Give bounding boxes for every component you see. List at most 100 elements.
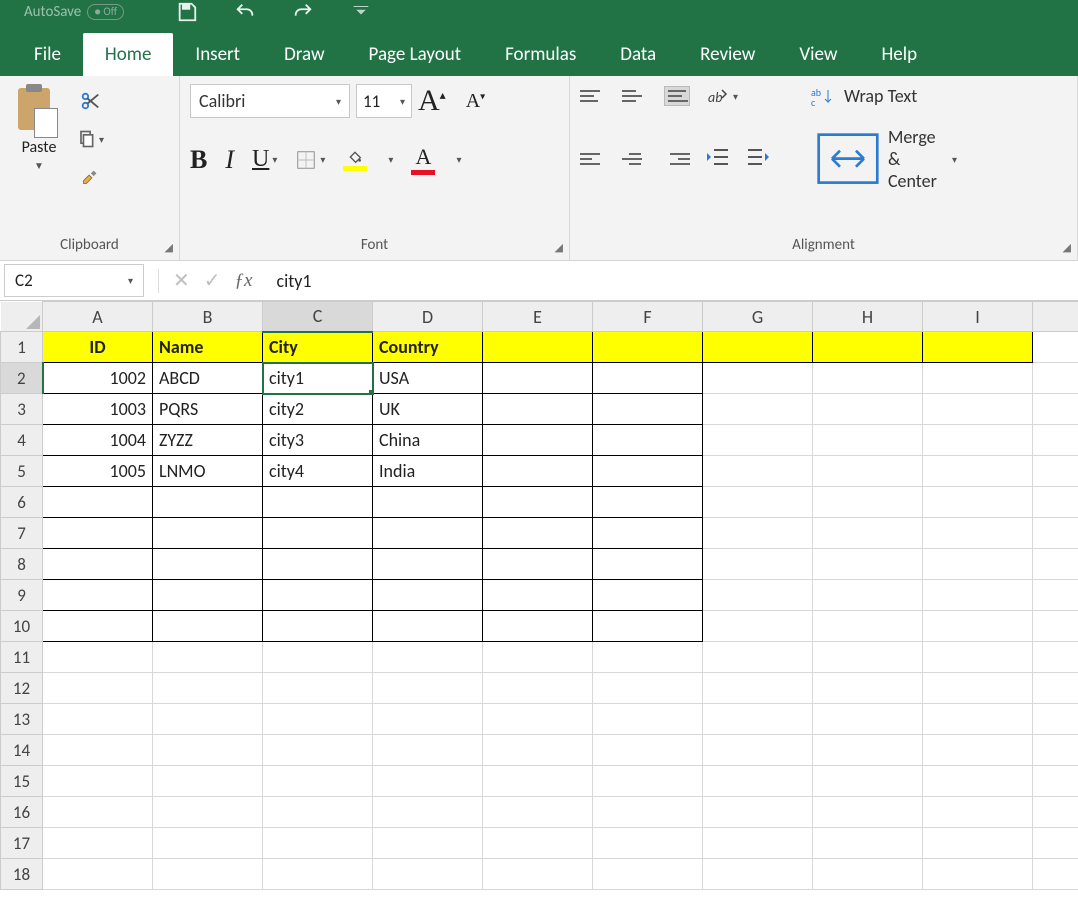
cell[interactable] — [263, 611, 373, 642]
cell[interactable] — [483, 580, 593, 611]
cell[interactable] — [263, 673, 373, 704]
cell[interactable] — [923, 425, 1033, 456]
row-header-5[interactable]: 5 — [1, 456, 43, 487]
cell[interactable] — [373, 580, 483, 611]
orientation-button[interactable]: ab▾ — [706, 84, 738, 108]
row-header-7[interactable]: 7 — [1, 518, 43, 549]
cell[interactable] — [923, 673, 1033, 704]
cell[interactable] — [593, 797, 703, 828]
cell[interactable] — [373, 518, 483, 549]
dialog-launcher-icon[interactable]: ◢ — [1063, 241, 1071, 254]
cell[interactable]: India — [373, 456, 483, 487]
cell[interactable] — [703, 394, 813, 425]
cell[interactable] — [923, 487, 1033, 518]
cell[interactable]: China — [373, 425, 483, 456]
cell[interactable] — [373, 487, 483, 518]
cell[interactable] — [483, 518, 593, 549]
row-header-4[interactable]: 4 — [1, 425, 43, 456]
cell[interactable] — [593, 332, 703, 363]
cell[interactable] — [373, 549, 483, 580]
row-header-1[interactable]: 1 — [1, 332, 43, 363]
cell[interactable] — [483, 394, 593, 425]
cell[interactable]: ZYZZ — [153, 425, 263, 456]
cell[interactable] — [43, 766, 153, 797]
column-header-C[interactable]: C — [263, 302, 373, 332]
cell[interactable] — [593, 828, 703, 859]
cell[interactable] — [43, 797, 153, 828]
cell[interactable] — [593, 549, 703, 580]
name-box[interactable]: C2 ▾ — [4, 264, 144, 297]
fill-color-button[interactable] — [343, 148, 367, 171]
row-header-18[interactable]: 18 — [1, 859, 43, 890]
column-header-G[interactable]: G — [703, 302, 813, 332]
cell[interactable] — [703, 332, 813, 363]
tab-help[interactable]: Help — [859, 33, 939, 76]
bold-button[interactable]: B — [190, 145, 207, 175]
cell[interactable] — [263, 859, 373, 890]
cell[interactable] — [483, 332, 593, 363]
cell[interactable]: 1002 — [43, 363, 153, 394]
copy-button[interactable]: ▾ — [76, 126, 104, 152]
merge-center-button[interactable]: Merge & Center ▾ — [816, 126, 957, 192]
cell[interactable] — [923, 735, 1033, 766]
cell[interactable] — [373, 797, 483, 828]
cell[interactable] — [483, 456, 593, 487]
decrease-font-size-button[interactable]: A▾ — [466, 90, 485, 113]
cell[interactable]: LNMO — [153, 456, 263, 487]
column-header-B[interactable]: B — [153, 302, 263, 332]
row-header-12[interactable]: 12 — [1, 673, 43, 704]
cell[interactable]: ID — [43, 332, 153, 363]
cell[interactable] — [153, 859, 263, 890]
cell[interactable] — [263, 704, 373, 735]
cell[interactable]: ABCD — [153, 363, 263, 394]
cell[interactable] — [593, 642, 703, 673]
cell[interactable] — [813, 611, 923, 642]
cell[interactable] — [153, 828, 263, 859]
row-header-17[interactable]: 17 — [1, 828, 43, 859]
cell[interactable] — [703, 673, 813, 704]
cell[interactable] — [153, 673, 263, 704]
cell[interactable] — [923, 549, 1033, 580]
tab-home[interactable]: Home — [83, 33, 174, 76]
row-header-14[interactable]: 14 — [1, 735, 43, 766]
spreadsheet-grid[interactable]: ABCDEFGHI 1IDNameCityCountry21002ABCDcit… — [0, 301, 1078, 890]
cell[interactable] — [483, 797, 593, 828]
increase-indent-button[interactable] — [746, 148, 770, 170]
cell[interactable] — [923, 332, 1033, 363]
cell[interactable] — [263, 828, 373, 859]
enter-formula-button[interactable]: ✓ — [204, 268, 221, 293]
cell[interactable] — [593, 704, 703, 735]
decrease-indent-button[interactable] — [706, 148, 730, 170]
cell[interactable] — [813, 580, 923, 611]
cell[interactable] — [593, 456, 703, 487]
align-center-button[interactable] — [622, 149, 648, 169]
cell[interactable] — [813, 642, 923, 673]
cell[interactable] — [703, 518, 813, 549]
cell[interactable] — [263, 642, 373, 673]
cell[interactable] — [43, 735, 153, 766]
cell[interactable] — [813, 332, 923, 363]
cell[interactable] — [593, 611, 703, 642]
cell[interactable] — [263, 518, 373, 549]
cell[interactable] — [813, 363, 923, 394]
cell[interactable] — [593, 735, 703, 766]
cell[interactable] — [813, 487, 923, 518]
row-header-6[interactable]: 6 — [1, 487, 43, 518]
cell[interactable] — [43, 611, 153, 642]
cell[interactable] — [813, 425, 923, 456]
cell[interactable] — [373, 611, 483, 642]
font-size-combo[interactable]: 11 ▾ — [356, 84, 412, 118]
cell[interactable] — [373, 766, 483, 797]
font-color-button[interactable]: A — [411, 144, 435, 175]
cell[interactable] — [153, 766, 263, 797]
cell[interactable]: city1 — [263, 363, 373, 394]
align-top-button[interactable] — [580, 86, 606, 106]
tab-formulas[interactable]: Formulas — [483, 33, 598, 76]
cell[interactable]: city2 — [263, 394, 373, 425]
cell[interactable] — [703, 363, 813, 394]
cell[interactable] — [373, 642, 483, 673]
cell[interactable] — [703, 611, 813, 642]
align-bottom-button[interactable] — [664, 86, 690, 106]
format-painter-button[interactable] — [76, 164, 104, 190]
cell[interactable] — [43, 518, 153, 549]
